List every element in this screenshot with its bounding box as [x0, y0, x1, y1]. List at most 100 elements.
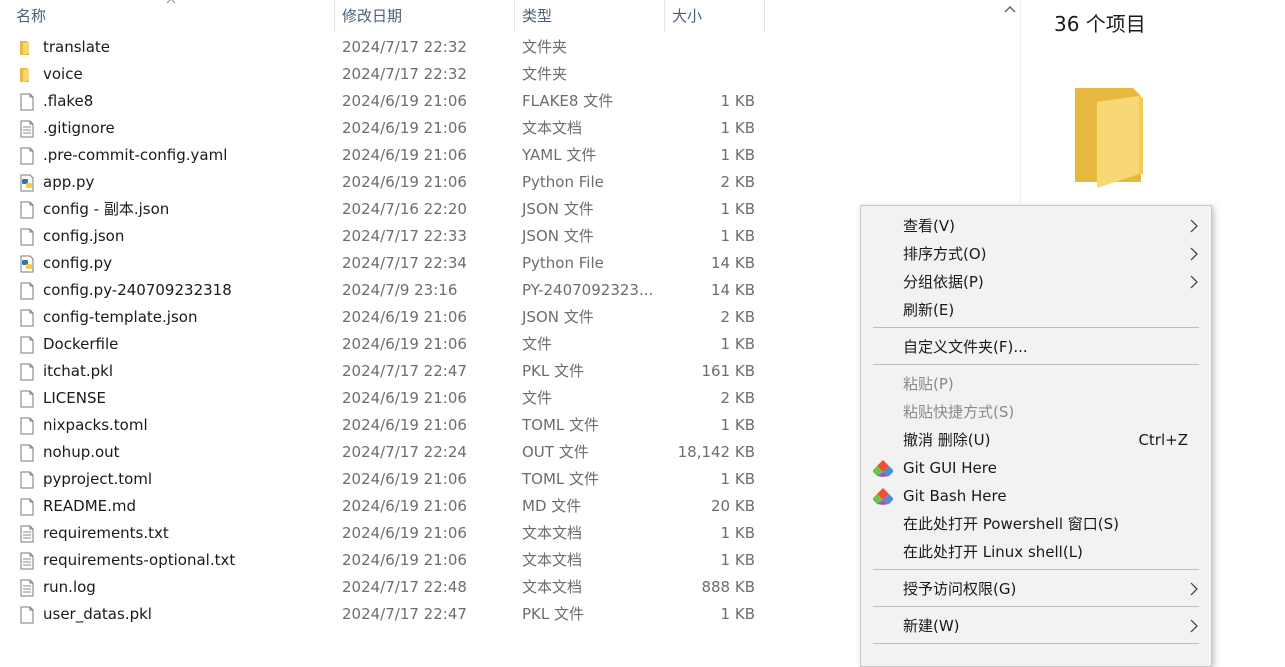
- file-row[interactable]: .pre-commit-config.yaml 2024/6/19 21:06 YA…: [0, 142, 1000, 169]
- column-name[interactable]: 名称: [16, 0, 46, 32]
- file-icon: [18, 201, 36, 219]
- file-name: run.log: [43, 578, 96, 596]
- file-row[interactable]: Dockerfile 2024/6/19 21:06 文件 1 KB: [0, 331, 1000, 358]
- file-row[interactable]: translate 2024/7/17 22:32 文件夹: [0, 34, 1000, 61]
- column-divider[interactable]: [764, 0, 765, 32]
- file-icon: [18, 498, 36, 516]
- file-row[interactable]: config.json 2024/7/17 22:33 JSON 文件 1 KB: [0, 223, 1000, 250]
- file-date-modified: 2024/7/17 22:32: [342, 38, 467, 56]
- file-row[interactable]: user_datas.pkl 2024/7/17 22:47 PKL 文件 1 KB: [0, 601, 1000, 628]
- column-date-modified[interactable]: 修改日期: [342, 0, 402, 32]
- chevron-right-icon: [1190, 619, 1198, 633]
- file-row[interactable]: config.py-240709232318 2024/7/9 23:16 PY-2…: [0, 277, 1000, 304]
- file-row[interactable]: pyproject.toml 2024/6/19 21:06 TOML 文件 1 KB: [0, 466, 1000, 493]
- file-size: 2 KB: [720, 173, 755, 191]
- menu-item-grant-access[interactable]: 授予访问权限(G): [861, 575, 1211, 603]
- python-file-icon: [18, 174, 36, 192]
- file-name: config.json: [43, 227, 125, 245]
- file-type: 文本文档: [522, 551, 583, 569]
- file-date-modified: 2024/7/9 23:16: [342, 281, 458, 299]
- file-row[interactable]: requirements-optional.txt 2024/6/19 21:06…: [0, 547, 1000, 574]
- file-row[interactable]: LICENSE 2024/6/19 21:06 文件 2 KB: [0, 385, 1000, 412]
- menu-item-refresh[interactable]: 刷新(E): [861, 296, 1211, 324]
- menu-item-git-bash[interactable]: Git Bash Here: [861, 482, 1211, 510]
- file-type: 文件: [522, 389, 553, 407]
- file-date-modified: 2024/7/17 22:34: [342, 254, 467, 272]
- file-row[interactable]: config-template.json 2024/6/19 21:06 JSON …: [0, 304, 1000, 331]
- file-icon: [18, 228, 36, 246]
- column-type[interactable]: 类型: [522, 0, 552, 32]
- column-divider[interactable]: [514, 0, 515, 32]
- file-icon: [18, 93, 36, 111]
- file-date-modified: 2024/6/19 21:06: [342, 389, 467, 407]
- file-size: 161 KB: [701, 362, 755, 380]
- menu-item-customize-folder[interactable]: 自定义文件夹(F)...: [861, 333, 1211, 361]
- menu-separator: [873, 569, 1199, 570]
- column-size[interactable]: 大小: [672, 0, 702, 32]
- file-row[interactable]: app.py 2024/6/19 21:06 Python File 2 KB: [0, 169, 1000, 196]
- file-row[interactable]: requirements.txt 2024/6/19 21:06 文本文档 1 KB: [0, 520, 1000, 547]
- file-date-modified: 2024/6/19 21:06: [342, 524, 467, 542]
- file-row[interactable]: run.log 2024/7/17 22:48 文本文档 888 KB: [0, 574, 1000, 601]
- menu-item-paste: 粘贴(P): [903, 375, 954, 393]
- file-row[interactable]: voice 2024/7/17 22:32 文件夹: [0, 61, 1000, 88]
- item-count: 36 个项目: [1054, 12, 1146, 36]
- file-date-modified: 2024/7/17 22:47: [342, 605, 467, 623]
- file-type: PKL 文件: [522, 362, 585, 380]
- sort-ascending-icon: [166, 0, 176, 4]
- file-row[interactable]: itchat.pkl 2024/7/17 22:47 PKL 文件 161 KB: [0, 358, 1000, 385]
- scroll-up-arrow-icon[interactable]: [1004, 4, 1016, 14]
- file-name: config - 副本.json: [43, 200, 170, 218]
- column-divider[interactable]: [664, 0, 665, 32]
- file-size: 14 KB: [711, 281, 755, 299]
- file-icon: [18, 147, 36, 165]
- file-name: requirements-optional.txt: [43, 551, 236, 569]
- file-row[interactable]: config - 副本.json 2024/7/16 22:20 JSON 文件 1 …: [0, 196, 1000, 223]
- file-name: user_datas.pkl: [43, 605, 152, 623]
- file-size: 20 KB: [711, 497, 755, 515]
- file-size: 1 KB: [720, 416, 755, 434]
- file-type: 文本文档: [522, 524, 583, 542]
- file-date-modified: 2024/7/17 22:32: [342, 65, 467, 83]
- menu-item-sort[interactable]: 排序方式(O): [861, 240, 1211, 268]
- menu-item-new[interactable]: 新建(W): [861, 612, 1211, 640]
- file-row[interactable]: nixpacks.toml 2024/6/19 21:06 TOML 文件 1 KB: [0, 412, 1000, 439]
- menu-separator: [873, 364, 1199, 365]
- menu-item-view[interactable]: 查看(V): [861, 212, 1211, 240]
- file-row[interactable]: config.py 2024/7/17 22:34 Python File 14 KB: [0, 250, 1000, 277]
- file-date-modified: 2024/7/17 22:47: [342, 362, 467, 380]
- chevron-right-icon: [1190, 582, 1198, 596]
- file-size: 2 KB: [720, 389, 755, 407]
- file-icon: [18, 309, 36, 327]
- file-date-modified: 2024/6/19 21:06: [342, 470, 467, 488]
- column-header: 名称 修改日期 类型 大小: [0, 0, 1000, 32]
- file-type: 文件夹: [522, 38, 568, 56]
- file-list: translate 2024/7/17 22:32 文件夹 voice 2024/7/1…: [0, 34, 1000, 628]
- git-icon: [873, 488, 893, 505]
- file-size: 1 KB: [720, 119, 755, 137]
- menu-item-git-gui[interactable]: Git GUI Here: [861, 454, 1211, 482]
- menu-item-open-linux-shell[interactable]: 在此处打开 Linux shell(L): [861, 538, 1211, 566]
- file-row[interactable]: nohup.out 2024/7/17 22:24 OUT 文件 18,142 KB: [0, 439, 1000, 466]
- menu-item-group[interactable]: 分组依据(P): [861, 268, 1211, 296]
- column-divider[interactable]: [334, 0, 335, 32]
- file-row[interactable]: .gitignore 2024/6/19 21:06 文本文档 1 KB: [0, 115, 1000, 142]
- folder-icon: [1075, 88, 1143, 188]
- file-icon: [18, 282, 36, 300]
- file-size: 1 KB: [720, 551, 755, 569]
- file-icon: [18, 363, 36, 381]
- file-name: pyproject.toml: [43, 470, 153, 488]
- file-name: .gitignore: [43, 119, 115, 137]
- text-document-icon: [18, 579, 36, 597]
- menu-item-undo-delete[interactable]: 撤消 删除(U) Ctrl+Z: [861, 426, 1211, 454]
- file-row[interactable]: README.md 2024/6/19 21:06 MD 文件 20 KB: [0, 493, 1000, 520]
- file-size: 1 KB: [720, 335, 755, 353]
- python-file-icon: [18, 255, 36, 273]
- folder-icon: [18, 66, 36, 84]
- file-row[interactable]: .flake8 2024/6/19 21:06 FLAKE8 文件 1 KB: [0, 88, 1000, 115]
- file-name: config-template.json: [43, 308, 198, 326]
- file-size: 1 KB: [720, 470, 755, 488]
- file-date-modified: 2024/7/17 22:48: [342, 578, 467, 596]
- file-type: FLAKE8 文件: [522, 92, 614, 110]
- menu-item-open-powershell[interactable]: 在此处打开 Powershell 窗口(S): [861, 510, 1211, 538]
